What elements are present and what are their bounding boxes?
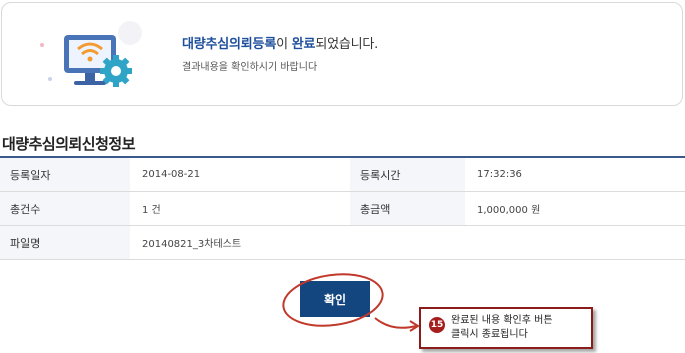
total-amount-label: 총금액 — [350, 192, 465, 225]
annotation-callout: 15 완료된 내용 확인후 버튼 클릭시 종료됩니다 — [419, 307, 593, 349]
step-number-badge: 15 — [429, 317, 445, 333]
completion-message-tail: 되었습니다. — [315, 37, 379, 52]
reg-time-label: 등록시간 — [350, 158, 465, 191]
total-count-value: 1 건 — [142, 205, 161, 216]
info-table: 등록일자 2014-08-21 등록시간 17:32:36 총건수 1 건 총금… — [0, 156, 685, 260]
reg-date-value: 2014-08-21 — [142, 169, 201, 180]
total-count-label: 총건수 — [0, 192, 130, 225]
file-name-value: 20140821_3차테스트 — [142, 239, 242, 250]
table-row: 총건수 1 건 총금액 1,000,000 원 — [0, 192, 685, 226]
total-amount-value: 1,000,000 원 — [477, 205, 541, 216]
completion-message-status: 완료 — [291, 37, 316, 52]
table-row: 파일명 20140821_3차테스트 — [0, 226, 685, 260]
completion-message-particle: 이 — [276, 37, 292, 52]
table-row: 등록일자 2014-08-21 등록시간 17:32:36 — [0, 158, 685, 192]
completion-panel: 대량추심의뢰등록이 완료되었습니다. 결과내용을 확인하시기 바랍니다 — [1, 2, 683, 106]
callout-text: 완료된 내용 확인후 버튼 클릭시 종료됩니다 — [451, 315, 553, 340]
pointer-arrow-head — [409, 320, 420, 332]
completion-message: 대량추심의뢰등록이 완료되었습니다. — [182, 33, 378, 52]
reg-time-value: 17:32:36 — [477, 169, 522, 180]
monitor-wifi-gear-icon — [40, 21, 142, 87]
completion-sub-message: 결과내용을 확인하시기 바랍니다 — [182, 62, 318, 73]
reg-date-label: 등록일자 — [0, 158, 130, 191]
completion-message-subject: 대량추심의뢰등록 — [182, 37, 277, 52]
section-title: 대량추심의뢰신청정보 — [2, 135, 136, 153]
pointer-arrow — [374, 317, 417, 329]
confirm-button[interactable]: 확인 — [300, 281, 370, 317]
file-name-label: 파일명 — [0, 226, 130, 259]
